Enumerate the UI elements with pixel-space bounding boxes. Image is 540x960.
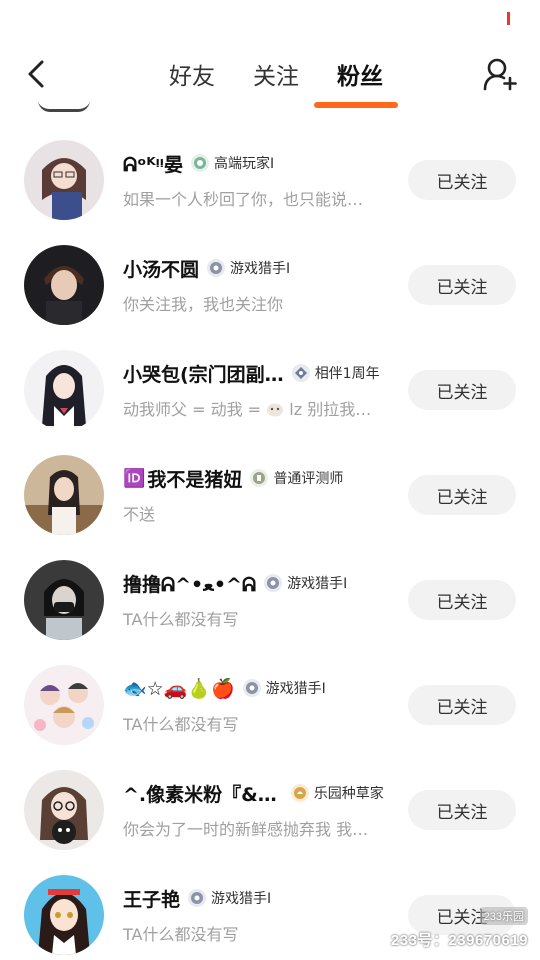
chevron-left-icon [28, 60, 44, 88]
status-indicator [507, 12, 510, 25]
partial-avatar [38, 100, 90, 112]
avatar[interactable] [24, 245, 104, 325]
user-bio: 你会为了一时的新鲜感抛弃我 我… [123, 820, 369, 839]
user-bio: 不送 [123, 505, 156, 524]
avatar[interactable] [24, 770, 104, 850]
user-badge: 游戏猎手Ⅰ [264, 573, 347, 593]
user-name[interactable]: 小哭包(宗门团副… [123, 360, 284, 387]
user-bio: TA什么都没有写 [123, 925, 239, 944]
list-item[interactable]: ᕱᵒᴷᵎᵎ晏 高端玩家Ⅰ 如果一个人秒回了你，也只能说… 已关注 [0, 128, 540, 233]
avatar[interactable] [24, 350, 104, 430]
badge-label: 普通评测师 [273, 471, 344, 487]
badge-icon [250, 469, 269, 487]
user-badge: 游戏猎手Ⅰ [242, 678, 326, 698]
badge-label: 游戏猎手Ⅰ [211, 891, 272, 907]
status-bar [0, 0, 540, 36]
bio-text-tail: lz 别拉我… [289, 400, 372, 419]
list-item[interactable]: 撸撸ᕱ^•ﻌ•^ᕱ 游戏猎手Ⅰ TA什么都没有写 已关注 [0, 548, 540, 653]
avatar[interactable] [24, 875, 104, 955]
user-bio: TA什么都没有写 [123, 610, 239, 629]
avatar[interactable] [24, 140, 104, 220]
tab-following[interactable]: 关注 [234, 52, 318, 96]
badge-label: 游戏猎手Ⅰ [287, 576, 348, 592]
list-item[interactable]: ^.像素米粉『&… 乐园种草家 你会为了一时的新鲜感抛弃我 我… 已关注 [0, 758, 540, 863]
user-bio: TA什么都没有写 [123, 715, 239, 734]
list-item[interactable]: 🐟☆🚗🍐🍎 游戏猎手Ⅰ TA什么都没有写 已关注 [0, 653, 540, 758]
avatar[interactable] [24, 665, 104, 745]
bio-text: 动我师父 = 动我 = [123, 400, 262, 419]
user-badge: 乐园种草家 [290, 783, 384, 803]
tab-friends[interactable]: 好友 [150, 52, 234, 96]
user-bio: 动我师父 = 动我 = lz 别拉我… [123, 396, 371, 420]
list-item[interactable]: 🆔 我不是猪妞 普通评测师 不送 已关注 [0, 443, 540, 548]
user-name[interactable]: 🐟☆🚗🍐🍎 [123, 677, 235, 700]
follow-button[interactable]: 已关注 [408, 160, 516, 200]
name-line: ^.像素米粉『&… 乐园种草家 [123, 778, 384, 808]
user-bio: 如果一个人秒回了你，也只能说… [123, 190, 364, 209]
badge-label: 相伴1周年 [314, 366, 380, 382]
user-bio: 你关注我，我也关注你 [123, 295, 284, 314]
badge-icon [264, 574, 283, 592]
name-line: ᕱᵒᴷᵎᵎ晏 高端玩家Ⅰ [123, 148, 274, 178]
name-line: 🆔 我不是猪妞 普通评测师 [123, 463, 343, 493]
list-item[interactable]: 小哭包(宗门团副… 相伴1周年 动我师父 = 动我 = lz 别拉我… 已关注 [0, 338, 540, 443]
user-name[interactable]: ᕱᵒᴷᵎᵎ晏 [123, 150, 183, 177]
add-user-icon [483, 58, 517, 91]
badge-icon [207, 259, 226, 277]
sticker-icon [266, 401, 284, 417]
badge-label: 游戏猎手Ⅰ [230, 261, 291, 277]
watermark-id: 233号：239670619 [390, 932, 528, 949]
watermark-logo: 233乐园 [479, 907, 528, 925]
user-name[interactable]: 撸撸ᕱ^•ﻌ•^ᕱ [123, 570, 256, 597]
name-line: 撸撸ᕱ^•ﻌ•^ᕱ 游戏猎手Ⅰ [123, 568, 347, 598]
follow-button[interactable]: 已关注 [408, 580, 516, 620]
badge-label: 乐园种草家 [313, 786, 384, 802]
user-badge: 游戏猎手Ⅰ [207, 258, 290, 278]
follow-button[interactable]: 已关注 [408, 685, 516, 725]
tab-bar: 好友 关注 粉丝 [150, 52, 402, 108]
watermark: 233乐园 233号：239670619 [391, 907, 528, 950]
follow-button[interactable]: 已关注 [408, 475, 516, 515]
user-name[interactable]: 王子艳 [123, 885, 180, 912]
follow-button[interactable]: 已关注 [408, 790, 516, 830]
badge-icon [290, 784, 309, 802]
name-line: 🐟☆🚗🍐🍎 游戏猎手Ⅰ [123, 673, 326, 703]
add-user-button[interactable] [480, 54, 520, 94]
badge-label: 游戏猎手Ⅰ [265, 681, 326, 697]
badge-icon [291, 364, 310, 382]
user-badge: 游戏猎手Ⅰ [188, 888, 271, 908]
name-line: 小哭包(宗门团副… 相伴1周年 [123, 358, 380, 388]
user-badge: 高端玩家Ⅰ [190, 153, 275, 173]
user-name[interactable]: 小汤不圆 [123, 255, 199, 282]
id-emoji: 🆔 [123, 467, 146, 489]
badge-label: 高端玩家Ⅰ [213, 156, 275, 172]
badge-icon [188, 889, 207, 907]
follow-button[interactable]: 已关注 [408, 370, 516, 410]
back-button[interactable] [18, 56, 54, 92]
badge-icon [242, 679, 261, 697]
user-name[interactable]: ^.像素米粉『&… [123, 780, 277, 807]
badge-icon [190, 154, 209, 172]
follow-button[interactable]: 已关注 [408, 265, 516, 305]
user-name[interactable]: 我不是猪妞 [147, 465, 242, 492]
name-line: 小汤不圆 游戏猎手Ⅰ [123, 253, 290, 283]
tab-fans[interactable]: 粉丝 [314, 52, 402, 108]
name-line: 王子艳 游戏猎手Ⅰ [123, 883, 271, 913]
user-badge: 相伴1周年 [291, 363, 380, 383]
list-item[interactable]: 小汤不圆 游戏猎手Ⅰ 你关注我，我也关注你 已关注 [0, 233, 540, 338]
user-badge: 普通评测师 [250, 468, 343, 488]
avatar[interactable] [24, 455, 104, 535]
avatar[interactable] [24, 560, 104, 640]
follower-list: ᕱᵒᴷᵎᵎ晏 高端玩家Ⅰ 如果一个人秒回了你，也只能说… 已关注 小汤不圆 游戏… [0, 128, 540, 960]
